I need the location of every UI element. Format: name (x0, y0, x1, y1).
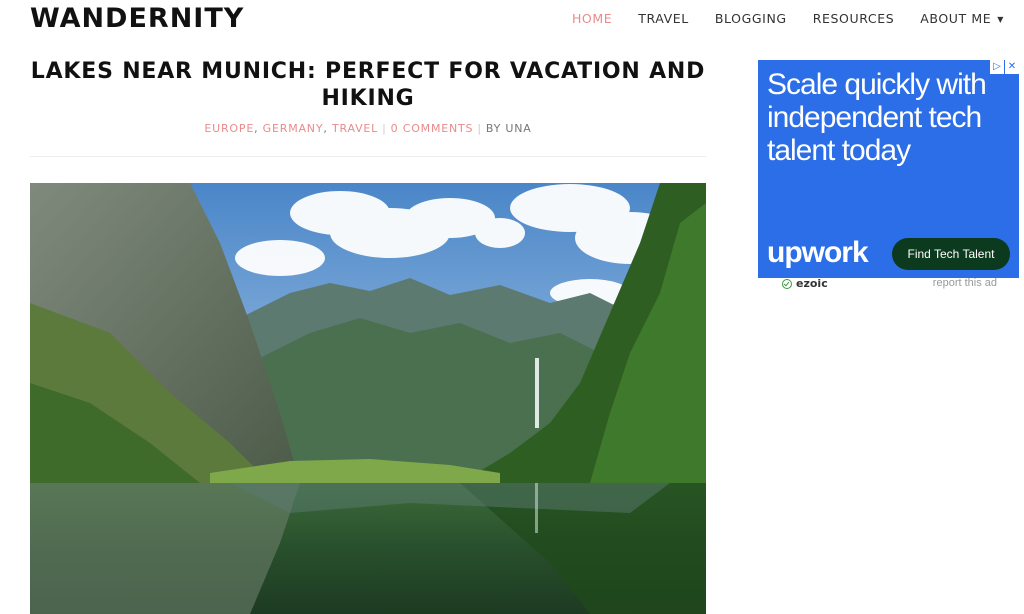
post-meta: EUROPE, GERMANY, TRAVEL | 0 COMMENTS | BY UN… (204, 122, 532, 135)
nav-item-home[interactable]: HOME (572, 11, 612, 26)
nav-item-resources[interactable]: RESOURCES (813, 11, 895, 26)
advertisement[interactable]: ▷ ✕ Scale quickly with independent tech … (758, 60, 1019, 278)
report-ad-link[interactable]: report this ad (933, 277, 997, 289)
find-tech-talent-button[interactable]: Find Tech Talent (892, 238, 1010, 270)
category-link-europe[interactable]: EUROPE (204, 122, 254, 135)
hero-image (30, 183, 706, 614)
category-link-travel[interactable]: TRAVEL (332, 122, 378, 135)
meta-separator: | (477, 122, 482, 135)
nav-item-blogging[interactable]: BLOGGING (715, 11, 787, 26)
post-divider (30, 156, 706, 157)
post-author: BY UNA (485, 122, 532, 135)
caret-down-icon: ▼ (997, 15, 1004, 24)
main-nav: HOME TRAVEL BLOGGING RESOURCES ABOUT ME ▼ (546, 11, 1004, 26)
site-logo[interactable]: WANDERNITY (30, 3, 244, 34)
ad-footer: ezoic report this ad (780, 277, 1019, 291)
ad-headline: Scale quickly with independent tech tale… (767, 68, 987, 167)
hero-image-illustration (30, 183, 706, 614)
nav-item-about-me[interactable]: ABOUT ME ▼ (920, 11, 1004, 26)
post-title: LAKES NEAR MUNICH: PERFECT FOR VACATION … (30, 59, 706, 111)
meta-separator: | (382, 122, 387, 135)
ezoic-badge[interactable]: ezoic (782, 277, 828, 290)
site-header: WANDERNITY HOME TRAVEL BLOGGING RESOURCE… (0, 0, 1024, 40)
upwork-logo: upwork (767, 236, 869, 269)
comments-link[interactable]: 0 COMMENTS (391, 122, 474, 135)
ezoic-label: ezoic (796, 277, 828, 290)
nav-item-travel[interactable]: TRAVEL (638, 11, 689, 26)
category-link-germany[interactable]: GERMANY (263, 122, 324, 135)
ezoic-check-icon (782, 278, 792, 289)
nav-item-about-me-label: ABOUT ME (920, 11, 992, 26)
